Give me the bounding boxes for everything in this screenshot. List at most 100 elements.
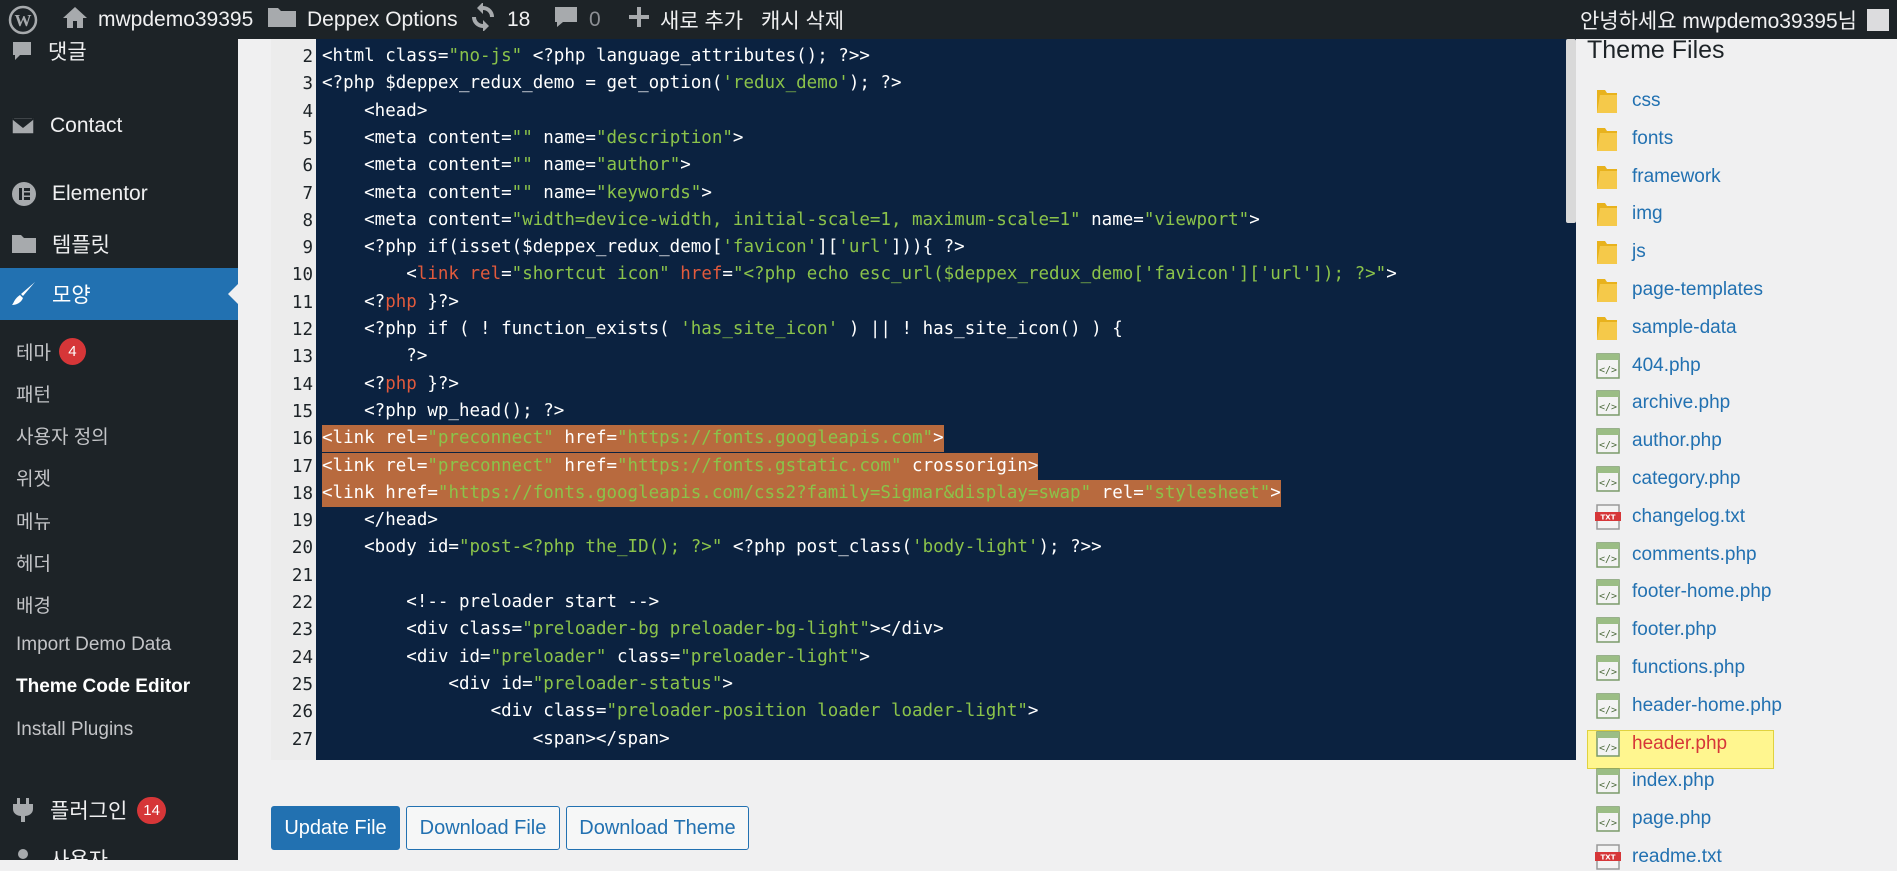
sidebar-item-label: Contact [50, 114, 123, 137]
submenu-label: 사용자 정의 [16, 427, 109, 448]
wordpress-logo-icon[interactable]: W [8, 0, 38, 39]
code-line: </head> [322, 507, 438, 534]
theme-file-item[interactable]: </> category.php [1594, 465, 1740, 493]
folder-icon [1594, 276, 1622, 304]
submenu-header[interactable]: 헤더 [16, 549, 51, 576]
update-file-button[interactable]: Update File [271, 806, 400, 850]
svg-text:</>: </> [1599, 705, 1617, 716]
submenu-theme-code-editor[interactable]: Theme Code Editor [16, 676, 190, 698]
plugin-icon [13, 798, 33, 822]
account-menu[interactable]: 안녕하세요 mwpdemo39395님 [1580, 0, 1889, 39]
code-token: <meta content= [322, 182, 512, 203]
theme-file-item[interactable]: TXT readme.txt [1594, 843, 1722, 871]
submenu-label: 테마 [16, 343, 51, 364]
code-token: "shortcut icon" [511, 264, 670, 285]
line-number: 6 [302, 156, 313, 177]
php-file-icon: </> [1594, 465, 1622, 493]
update-count-badge: 4 [58, 338, 86, 365]
php-file-icon: </> [1594, 541, 1622, 569]
folder-icon [1594, 125, 1622, 153]
theme-file-item[interactable]: </> page.php [1594, 805, 1711, 833]
code-token: = [722, 264, 733, 285]
sidebar-item-users[interactable]: 사용자 [0, 839, 238, 860]
php-file-icon: </> [1594, 616, 1622, 644]
theme-file-item[interactable]: </> footer.php [1594, 616, 1717, 644]
sidebar-item-comments[interactable]: 댓글 [0, 39, 238, 71]
theme-folder-item[interactable]: framework [1594, 163, 1721, 191]
theme-file-item[interactable]: </> index.php [1594, 767, 1714, 795]
sidebar-item-appearance[interactable]: 모양 [0, 268, 238, 320]
code-token: <link rel= [322, 455, 428, 476]
comments-link[interactable]: 0 [553, 0, 601, 39]
theme-folder-item[interactable]: css [1594, 87, 1661, 115]
code-token: > [859, 646, 870, 667]
code-token: <?php $deppex_redux_demo = get_option( [322, 73, 723, 94]
theme-file-item[interactable]: </> header.php [1594, 730, 1727, 758]
clear-cache-link[interactable]: 캐시 삭제 [761, 0, 844, 39]
submenu-install-plugins[interactable]: Install Plugins [16, 719, 133, 741]
file-name: category.php [1632, 468, 1741, 489]
folder-icon [1594, 314, 1622, 342]
file-name: 404.php [1632, 354, 1701, 376]
theme-file-item[interactable]: </> archive.php [1594, 389, 1730, 417]
theme-file-item[interactable]: </> 404.php [1594, 352, 1701, 380]
file-name: page.php [1632, 808, 1712, 830]
updates-link[interactable]: 18 [469, 0, 530, 39]
site-name-link[interactable]: mwpdemo39395 [62, 0, 253, 39]
theme-folder-item[interactable]: sample-data [1594, 314, 1737, 342]
code-token: > [680, 155, 691, 176]
download-file-button[interactable]: Download File [406, 806, 560, 850]
code-line-selected: <link rel="preconnect" href="https://fon… [322, 425, 944, 453]
new-content-link[interactable]: 새로 추가 [628, 0, 743, 39]
submenu-themes[interactable]: 테마 4 [16, 338, 86, 365]
theme-file-item[interactable]: </> author.php [1594, 427, 1722, 455]
theme-folder-item[interactable]: js [1594, 238, 1646, 266]
admin-sidebar: 댓글 Contact Elementor 템플릿 모양 테마 4 패턴 사용자 … [0, 39, 238, 860]
code-token: "viewport" [1143, 209, 1250, 230]
svg-text:</>: </> [1599, 667, 1617, 678]
deppex-options-label: Deppex Options [307, 7, 458, 31]
code-editor[interactable]: 2 3 4 5 6 7 8 9 10 11 12 13 14 15 16 17 18 19 20 21 22 23 24 25… [271, 39, 1576, 760]
code-token: "width=device-width, initial-scale=1, ma… [511, 209, 1081, 230]
theme-file-item[interactable]: </> functions.php [1594, 654, 1745, 682]
submenu-menus[interactable]: 메뉴 [16, 507, 51, 534]
submenu-patterns[interactable]: 패턴 [16, 380, 51, 407]
line-number: 26 [291, 702, 313, 723]
submenu-import-demo-data[interactable]: Import Demo Data [16, 634, 171, 656]
updates-icon [469, 1, 497, 37]
sidebar-item-plugins[interactable]: 플러그인 14 [0, 790, 238, 830]
theme-file-item[interactable]: </> header-home.php [1594, 692, 1782, 720]
line-number: 9 [302, 238, 313, 259]
theme-file-item[interactable]: TXT changelog.txt [1594, 503, 1745, 531]
admin-bar: W mwpdemo39395 Deppex Options 18 0 새로 추가… [0, 0, 1897, 39]
sidebar-item-elementor[interactable]: Elementor [0, 174, 238, 214]
updates-count: 18 [507, 7, 531, 31]
theme-folder-item[interactable]: img [1594, 200, 1663, 228]
submenu-background[interactable]: 배경 [16, 591, 51, 618]
sidebar-item-contact[interactable]: Contact [0, 106, 238, 146]
code-token: "author" [595, 155, 681, 176]
line-number: 23 [291, 620, 313, 641]
file-name: index.php [1632, 770, 1715, 792]
theme-file-item[interactable]: </> comments.php [1594, 541, 1757, 569]
code-token: > [1249, 209, 1260, 230]
plus-icon [628, 6, 650, 34]
theme-folder-item[interactable]: page-templates [1594, 276, 1763, 304]
code-line: <meta content="width=device-width, initi… [322, 207, 1260, 234]
new-content-label: 새로 추가 [660, 9, 744, 33]
submenu-widgets[interactable]: 위젯 [16, 464, 51, 491]
submenu-customize[interactable]: 사용자 정의 [16, 422, 109, 449]
sidebar-item-templates[interactable]: 템플릿 [0, 224, 238, 264]
line-number: 20 [291, 538, 313, 559]
file-name: js [1632, 241, 1646, 263]
editor-scrollbar[interactable] [1566, 39, 1576, 223]
code-token: "" [511, 182, 533, 203]
deppex-options-link[interactable]: Deppex Options [267, 0, 458, 39]
code-token: <div class= [322, 701, 607, 722]
download-theme-button[interactable]: Download Theme [566, 806, 749, 850]
theme-folder-item[interactable]: fonts [1594, 125, 1673, 153]
sidebar-item-label: 모양 [52, 284, 91, 307]
code-token: ) || ! has_site_icon() ) { [838, 319, 1123, 339]
theme-file-item[interactable]: </> footer-home.php [1594, 578, 1771, 606]
file-name: comments.php [1632, 543, 1757, 565]
